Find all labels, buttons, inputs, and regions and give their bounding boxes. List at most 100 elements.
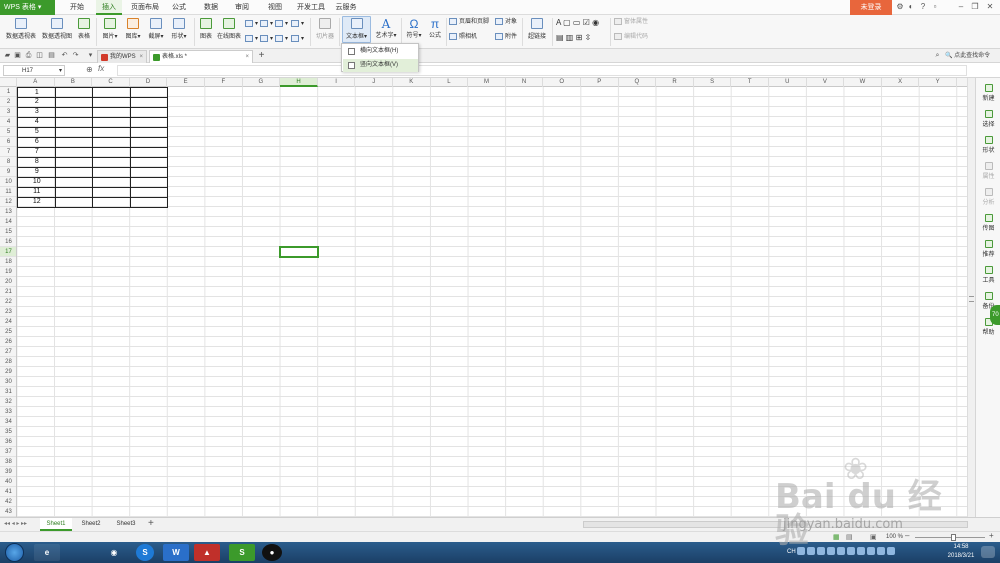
row-header-10[interactable]: 10	[0, 177, 16, 187]
row-header-42[interactable]: 42	[0, 497, 16, 507]
start-button[interactable]	[5, 543, 24, 562]
textbox-button[interactable]: 文本框▾	[342, 16, 371, 43]
cloud-icon[interactable]	[981, 546, 995, 558]
window-mode-icon[interactable]: ▫	[930, 2, 940, 12]
row-header-33[interactable]: 33	[0, 407, 16, 417]
scroll-handle[interactable]	[969, 296, 974, 302]
form-controls-row1[interactable]: A ▢ ▭ ☑ ◉	[556, 17, 599, 28]
row-header-15[interactable]: 15	[0, 227, 16, 237]
network-icon[interactable]	[877, 547, 886, 556]
cell[interactable]	[129, 197, 169, 208]
object-button[interactable]: 对象	[495, 17, 517, 28]
row-header-25[interactable]: 25	[0, 327, 16, 337]
column-header-E[interactable]: E	[167, 78, 205, 87]
column-header-K[interactable]: K	[393, 78, 431, 87]
vertical-textbox-item[interactable]: 竖向文本框(V)	[343, 59, 418, 72]
tab-7[interactable]: 开发工具	[294, 0, 328, 15]
redo-icon[interactable]: ↷	[71, 51, 80, 60]
column-header-G[interactable]: G	[243, 78, 281, 87]
horizontal-textbox-item[interactable]: 横向文本框(H)	[343, 45, 418, 58]
help-icon[interactable]: ?	[918, 2, 928, 12]
table-button[interactable]: 表格	[76, 18, 92, 40]
symbol-button[interactable]: Ω 符号▾	[404, 18, 424, 39]
row-header-28[interactable]: 28	[0, 357, 16, 367]
column-header-X[interactable]: X	[882, 78, 920, 87]
online-chart-button[interactable]: 在线图表	[216, 18, 242, 40]
column-header-D[interactable]: D	[130, 78, 168, 87]
row-header-18[interactable]: 18	[0, 257, 16, 267]
minimize-icon[interactable]: –	[956, 2, 966, 12]
row-header-35[interactable]: 35	[0, 427, 16, 437]
column-header-R[interactable]: R	[656, 78, 694, 87]
column-header-S[interactable]: S	[694, 78, 732, 87]
cell-grid[interactable]: 1 2 3 4 5 6 7 8 9 10 11 12	[17, 87, 967, 517]
row-header-26[interactable]: 26	[0, 337, 16, 347]
app-logo[interactable]: WPS 表格 ▾	[0, 0, 55, 15]
row-header-38[interactable]: 38	[0, 457, 16, 467]
bar-chart-dropdown[interactable]: ▾	[260, 19, 273, 30]
row-header-29[interactable]: 29	[0, 367, 16, 377]
row-header-11[interactable]: 11	[0, 187, 16, 197]
row-header-39[interactable]: 39	[0, 467, 16, 477]
row-header-21[interactable]: 21	[0, 287, 16, 297]
chart-button[interactable]: 图表	[198, 18, 214, 40]
column-header-T[interactable]: T	[731, 78, 769, 87]
row-header-31[interactable]: 31	[0, 387, 16, 397]
pie-chart-dropdown[interactable]: ▾	[275, 34, 288, 45]
panel-item-0[interactable]: 新建	[976, 84, 1000, 102]
tab-4[interactable]: 数据	[198, 0, 224, 15]
undo-icon[interactable]: ↶	[60, 51, 69, 60]
tab-2[interactable]: 页面布局	[126, 0, 164, 15]
save-icon[interactable]: ▣	[13, 51, 22, 60]
row-header-27[interactable]: 27	[0, 347, 16, 357]
quick-access-menu-icon[interactable]: ▾	[86, 51, 95, 60]
row-header-22[interactable]: 22	[0, 297, 16, 307]
zoom-in-icon[interactable]: +	[989, 531, 994, 540]
row-header-34[interactable]: 34	[0, 417, 16, 427]
edit-code-button[interactable]: 编辑代码	[614, 32, 648, 43]
area-chart-dropdown[interactable]: ▾	[245, 34, 258, 45]
panel-item-1[interactable]: 选择	[976, 110, 1000, 128]
column-header-W[interactable]: W	[844, 78, 882, 87]
cell[interactable]	[54, 197, 94, 208]
tab-my-wps[interactable]: 我的WPS ×	[97, 50, 147, 63]
open-icon[interactable]: ▰	[3, 51, 12, 60]
tray-icon[interactable]	[837, 547, 846, 556]
wps-spreadsheet-icon[interactable]: S	[229, 544, 255, 561]
tray-icon[interactable]	[857, 547, 866, 556]
name-box[interactable]: H17 ▾	[3, 65, 65, 76]
tab-6[interactable]: 视图	[262, 0, 288, 15]
row-header-40[interactable]: 40	[0, 477, 16, 487]
screenshot-button[interactable]: 截屏▾	[146, 18, 166, 40]
tab-file[interactable]: 表格.xls * ×	[149, 50, 253, 63]
restore-icon[interactable]: ❐	[970, 2, 980, 12]
sogou-icon[interactable]: S	[136, 544, 154, 561]
tab-0[interactable]: 开始	[62, 0, 92, 15]
wordart-button[interactable]: A 艺术字▾	[373, 18, 399, 39]
row-header-12[interactable]: 12	[0, 197, 16, 207]
chevron-down-icon[interactable]: ▾	[59, 66, 62, 76]
row-header-6[interactable]: 6	[0, 137, 16, 147]
sheet-tab-3[interactable]: Sheet3	[110, 518, 142, 531]
column-header-Y[interactable]: Y	[919, 78, 957, 87]
cell[interactable]: 12	[17, 197, 56, 208]
header-footer-button[interactable]: 页眉和页脚	[449, 17, 489, 28]
tray-icon[interactable]	[867, 547, 876, 556]
row-header-23[interactable]: 23	[0, 307, 16, 317]
pivot-chart-button[interactable]: 数据透视图	[40, 18, 74, 40]
wps-writer-icon[interactable]: W	[163, 544, 189, 561]
column-header-M[interactable]: M	[468, 78, 506, 87]
column-header-F[interactable]: F	[205, 78, 243, 87]
new-tab-icon[interactable]: +	[257, 51, 266, 61]
add-sheet-icon[interactable]: +	[148, 518, 154, 529]
shape-button[interactable]: 形状▾	[168, 18, 190, 40]
sheet-nav-icons[interactable]: ◂◂ ◂ ▸ ▸▸	[4, 520, 27, 527]
floating-badge[interactable]: 70	[990, 305, 1000, 325]
tab-5[interactable]: 审阅	[229, 0, 255, 15]
picture-button[interactable]: 图片▾	[100, 18, 120, 40]
column-header-L[interactable]: L	[431, 78, 469, 87]
row-header-30[interactable]: 30	[0, 377, 16, 387]
column-header-I[interactable]: I	[318, 78, 356, 87]
tab-8[interactable]: 云服务	[331, 0, 361, 15]
fx-icon[interactable]: fx	[98, 64, 104, 73]
